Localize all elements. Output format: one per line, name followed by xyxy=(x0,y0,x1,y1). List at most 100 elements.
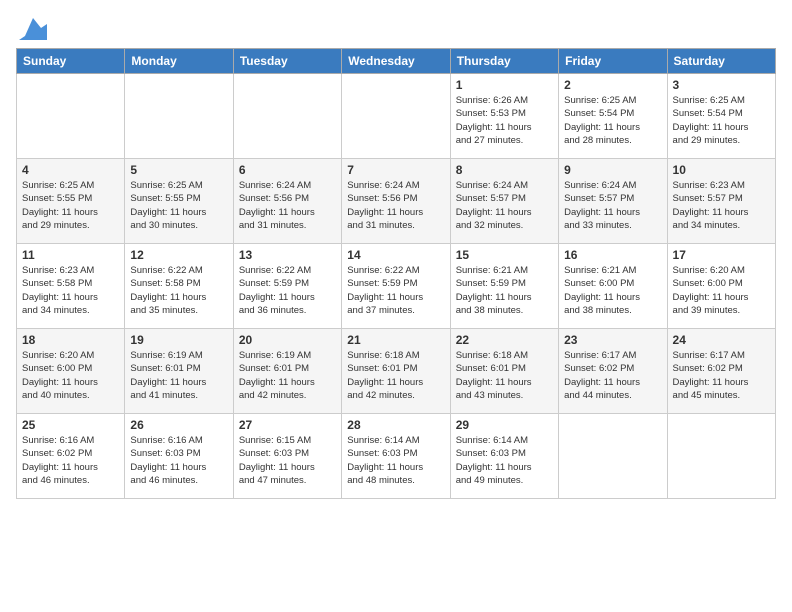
day-number: 1 xyxy=(456,78,553,92)
day-number: 9 xyxy=(564,163,661,177)
day-number: 7 xyxy=(347,163,444,177)
day-number: 24 xyxy=(673,333,770,347)
weekday-saturday: Saturday xyxy=(667,49,775,74)
day-cell: 9 Sunrise: 6:24 AM Sunset: 5:57 PM Daylig… xyxy=(559,159,667,244)
day-cell xyxy=(559,414,667,499)
weekday-wednesday: Wednesday xyxy=(342,49,450,74)
day-info: Sunrise: 6:22 AM Sunset: 5:58 PM Dayligh… xyxy=(130,264,227,317)
day-number: 13 xyxy=(239,248,336,262)
day-cell: 10Sunrise: 6:23 AM Sunset: 5:57 PM Dayli… xyxy=(667,159,775,244)
week-row-5: 25 Sunrise: 6:16 AM Sunset: 6:02 PM Dayli… xyxy=(17,414,776,499)
day-number: 22 xyxy=(456,333,553,347)
day-cell: 11Sunrise: 6:23 AM Sunset: 5:58 PM Dayli… xyxy=(17,244,125,329)
day-number: 21 xyxy=(347,333,444,347)
day-cell: 14 Sunrise: 6:22 AM Sunset: 5:59 PM Dayli… xyxy=(342,244,450,329)
week-row-2: 4 Sunrise: 6:25 AM Sunset: 5:55 PM Daylig… xyxy=(17,159,776,244)
day-info: Sunrise: 6:17 AM Sunset: 6:02 PM Dayligh… xyxy=(564,349,661,402)
day-cell xyxy=(667,414,775,499)
day-info: Sunrise: 6:22 AM Sunset: 5:59 PM Dayligh… xyxy=(347,264,444,317)
day-cell: 6 Sunrise: 6:24 AM Sunset: 5:56 PM Daylig… xyxy=(233,159,341,244)
weekday-friday: Friday xyxy=(559,49,667,74)
day-number: 18 xyxy=(22,333,119,347)
day-info: Sunrise: 6:22 AM Sunset: 5:59 PM Dayligh… xyxy=(239,264,336,317)
day-number: 26 xyxy=(130,418,227,432)
weekday-monday: Monday xyxy=(125,49,233,74)
day-number: 19 xyxy=(130,333,227,347)
day-cell xyxy=(233,74,341,159)
day-info: Sunrise: 6:20 AM Sunset: 6:00 PM Dayligh… xyxy=(673,264,770,317)
day-info: Sunrise: 6:21 AM Sunset: 6:00 PM Dayligh… xyxy=(564,264,661,317)
day-info: Sunrise: 6:24 AM Sunset: 5:57 PM Dayligh… xyxy=(564,179,661,232)
day-info: Sunrise: 6:21 AM Sunset: 5:59 PM Dayligh… xyxy=(456,264,553,317)
day-info: Sunrise: 6:25 AM Sunset: 5:55 PM Dayligh… xyxy=(130,179,227,232)
day-number: 17 xyxy=(673,248,770,262)
day-cell xyxy=(125,74,233,159)
day-cell xyxy=(342,74,450,159)
weekday-tuesday: Tuesday xyxy=(233,49,341,74)
day-info: Sunrise: 6:25 AM Sunset: 5:55 PM Dayligh… xyxy=(22,179,119,232)
day-info: Sunrise: 6:18 AM Sunset: 6:01 PM Dayligh… xyxy=(456,349,553,402)
day-cell: 16 Sunrise: 6:21 AM Sunset: 6:00 PM Dayli… xyxy=(559,244,667,329)
day-cell: 2Sunrise: 6:25 AM Sunset: 5:54 PM Daylig… xyxy=(559,74,667,159)
weekday-thursday: Thursday xyxy=(450,49,558,74)
day-info: Sunrise: 6:17 AM Sunset: 6:02 PM Dayligh… xyxy=(673,349,770,402)
day-cell: 17 Sunrise: 6:20 AM Sunset: 6:00 PM Dayli… xyxy=(667,244,775,329)
day-cell xyxy=(17,74,125,159)
weekday-sunday: Sunday xyxy=(17,49,125,74)
day-number: 3 xyxy=(673,78,770,92)
day-cell: 3Sunrise: 6:25 AM Sunset: 5:54 PM Daylig… xyxy=(667,74,775,159)
logo xyxy=(16,14,47,42)
logo-icon xyxy=(19,14,47,42)
day-number: 14 xyxy=(347,248,444,262)
day-number: 8 xyxy=(456,163,553,177)
day-cell: 25 Sunrise: 6:16 AM Sunset: 6:02 PM Dayli… xyxy=(17,414,125,499)
day-cell: 4 Sunrise: 6:25 AM Sunset: 5:55 PM Daylig… xyxy=(17,159,125,244)
logo-text xyxy=(16,14,47,42)
day-cell: 1 Sunrise: 6:26 AM Sunset: 5:53 PM Daylig… xyxy=(450,74,558,159)
day-cell: 7 Sunrise: 6:24 AM Sunset: 5:56 PM Daylig… xyxy=(342,159,450,244)
day-info: Sunrise: 6:16 AM Sunset: 6:02 PM Dayligh… xyxy=(22,434,119,487)
day-number: 16 xyxy=(564,248,661,262)
day-number: 23 xyxy=(564,333,661,347)
week-row-4: 18 Sunrise: 6:20 AM Sunset: 6:00 PM Dayli… xyxy=(17,329,776,414)
day-info: Sunrise: 6:24 AM Sunset: 5:56 PM Dayligh… xyxy=(239,179,336,232)
weekday-header-row: SundayMondayTuesdayWednesdayThursdayFrid… xyxy=(17,49,776,74)
week-row-3: 11Sunrise: 6:23 AM Sunset: 5:58 PM Dayli… xyxy=(17,244,776,329)
day-number: 28 xyxy=(347,418,444,432)
day-info: Sunrise: 6:16 AM Sunset: 6:03 PM Dayligh… xyxy=(130,434,227,487)
day-info: Sunrise: 6:20 AM Sunset: 6:00 PM Dayligh… xyxy=(22,349,119,402)
day-cell: 12 Sunrise: 6:22 AM Sunset: 5:58 PM Dayli… xyxy=(125,244,233,329)
day-cell: 23 Sunrise: 6:17 AM Sunset: 6:02 PM Dayli… xyxy=(559,329,667,414)
day-number: 10 xyxy=(673,163,770,177)
day-info: Sunrise: 6:24 AM Sunset: 5:57 PM Dayligh… xyxy=(456,179,553,232)
day-cell: 22 Sunrise: 6:18 AM Sunset: 6:01 PM Dayli… xyxy=(450,329,558,414)
day-info: Sunrise: 6:24 AM Sunset: 5:56 PM Dayligh… xyxy=(347,179,444,232)
day-cell: 24 Sunrise: 6:17 AM Sunset: 6:02 PM Dayli… xyxy=(667,329,775,414)
day-info: Sunrise: 6:23 AM Sunset: 5:58 PM Dayligh… xyxy=(22,264,119,317)
day-cell: 29 Sunrise: 6:14 AM Sunset: 6:03 PM Dayli… xyxy=(450,414,558,499)
day-number: 29 xyxy=(456,418,553,432)
day-number: 5 xyxy=(130,163,227,177)
calendar-table: SundayMondayTuesdayWednesdayThursdayFrid… xyxy=(16,48,776,499)
day-number: 4 xyxy=(22,163,119,177)
day-info: Sunrise: 6:15 AM Sunset: 6:03 PM Dayligh… xyxy=(239,434,336,487)
week-row-1: 1 Sunrise: 6:26 AM Sunset: 5:53 PM Daylig… xyxy=(17,74,776,159)
day-info: Sunrise: 6:14 AM Sunset: 6:03 PM Dayligh… xyxy=(456,434,553,487)
day-number: 25 xyxy=(22,418,119,432)
day-number: 2 xyxy=(564,78,661,92)
day-cell: 13 Sunrise: 6:22 AM Sunset: 5:59 PM Dayli… xyxy=(233,244,341,329)
page: SundayMondayTuesdayWednesdayThursdayFrid… xyxy=(0,0,792,612)
day-number: 6 xyxy=(239,163,336,177)
day-info: Sunrise: 6:19 AM Sunset: 6:01 PM Dayligh… xyxy=(130,349,227,402)
day-cell: 19 Sunrise: 6:19 AM Sunset: 6:01 PM Dayli… xyxy=(125,329,233,414)
day-info: Sunrise: 6:14 AM Sunset: 6:03 PM Dayligh… xyxy=(347,434,444,487)
day-cell: 5 Sunrise: 6:25 AM Sunset: 5:55 PM Daylig… xyxy=(125,159,233,244)
day-cell: 26 Sunrise: 6:16 AM Sunset: 6:03 PM Dayli… xyxy=(125,414,233,499)
day-number: 12 xyxy=(130,248,227,262)
day-cell: 20Sunrise: 6:19 AM Sunset: 6:01 PM Dayli… xyxy=(233,329,341,414)
day-info: Sunrise: 6:26 AM Sunset: 5:53 PM Dayligh… xyxy=(456,94,553,147)
day-cell: 27Sunrise: 6:15 AM Sunset: 6:03 PM Dayli… xyxy=(233,414,341,499)
day-cell: 18 Sunrise: 6:20 AM Sunset: 6:00 PM Dayli… xyxy=(17,329,125,414)
day-info: Sunrise: 6:18 AM Sunset: 6:01 PM Dayligh… xyxy=(347,349,444,402)
day-cell: 21 Sunrise: 6:18 AM Sunset: 6:01 PM Dayli… xyxy=(342,329,450,414)
